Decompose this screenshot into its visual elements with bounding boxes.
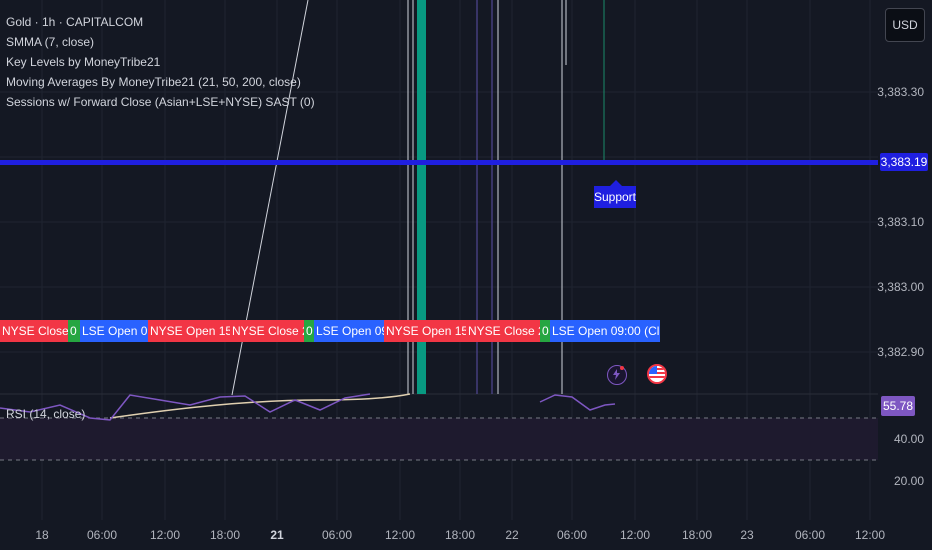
rsi-legend[interactable]: RSI (14, close) [6,407,85,421]
current-price-tag: 3,383.19 [880,153,928,171]
time-tick: 06:00 [556,528,588,542]
rsi-line [0,393,616,421]
price-tick: 3,382.90 [877,345,924,359]
session-lse-open: LSE Open 09:00 [314,320,384,342]
rsi-tick: 20.00 [893,474,924,488]
legend-sessions[interactable]: Sessions w/ Forward Close (Asian+LSE+NYS… [6,92,315,112]
price-tick: 3,383.10 [877,215,924,229]
time-tick: 12:00 [149,528,181,542]
time-tick-day: 23 [740,528,754,542]
session-asian: 0 [304,320,314,342]
time-tick: 18 [35,528,49,542]
time-tick: 12:00 [384,528,416,542]
session-lse-open: LSE Open 09:00 [80,320,148,342]
time-tick: 18:00 [209,528,241,542]
support-label[interactable]: Support [594,180,636,208]
support-line[interactable] [0,160,878,165]
session-lse-open: LSE Open 09:00 (Cl 17:30) [550,320,660,342]
time-tick-day: 21 [270,528,284,542]
legend-moving-averages[interactable]: Moving Averages By MoneyTribe21 (21, 50,… [6,72,315,92]
rsi-value-tag: 55.78 [881,396,915,416]
legend-key-levels[interactable]: Key Levels by MoneyTribe21 [6,52,315,72]
time-axis[interactable]: 18 06:00 12:00 18:00 21 06:00 12:00 18:0… [0,520,932,550]
currency-button[interactable]: USD [885,8,925,42]
session-nyse-close: NYSE Close 22:00 [0,320,68,342]
session-nyse-close: NYSE Close 22:00 [466,320,540,342]
session-nyse-open: NYSE Open 15:30 (C [148,320,230,342]
rsi-band [0,418,878,460]
time-tick: 18:00 [681,528,713,542]
time-tick: 06:00 [794,528,826,542]
chart-legend: Gold · 1h · CAPITALCOM SMMA (7, close) K… [6,12,315,112]
time-tick: 06:00 [86,528,118,542]
legend-symbol[interactable]: Gold · 1h · CAPITALCOM [6,12,315,32]
time-tick: 18:00 [444,528,476,542]
time-tick-day: 22 [505,528,519,542]
price-tick: 3,383.00 [877,280,924,294]
lightning-icon[interactable] [607,365,627,385]
time-tick: 06:00 [321,528,353,542]
price-axis[interactable]: 3,383.30 3,383.10 3,383.00 3,382.90 40.0… [877,0,932,520]
session-asian: 0 [540,320,550,342]
us-flag-icon[interactable] [647,364,667,384]
price-tick: 3,383.30 [877,85,924,99]
legend-smma[interactable]: SMMA (7, close) [6,32,315,52]
rsi-tick: 40.00 [893,432,924,446]
session-asian: 0 [68,320,80,342]
time-tick: 12:00 [854,528,886,542]
time-tick: 12:00 [619,528,651,542]
session-nyse-open: NYSE Open 15:30 (C [384,320,466,342]
session-nyse-close: NYSE Close 22:00 [230,320,304,342]
